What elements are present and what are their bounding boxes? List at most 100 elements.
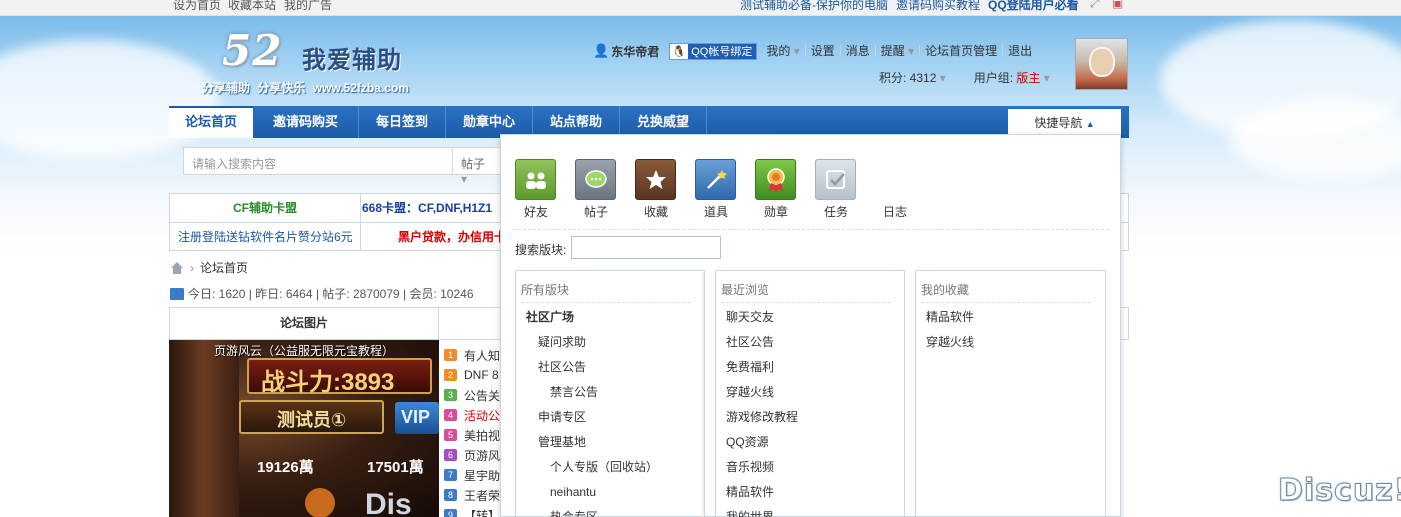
forum-list-item[interactable]: 精品软件 — [916, 305, 1105, 330]
menu-reminders[interactable]: 提醒 ▾ — [876, 45, 921, 57]
rss-icon[interactable]: ▣ — [1112, 0, 1123, 10]
scrollbar-thumb[interactable] — [704, 287, 705, 324]
thread-rank-badge: 7 — [444, 469, 457, 481]
thread-title[interactable]: 有人知 — [464, 347, 500, 364]
set-homepage-link[interactable]: 设为首页 — [173, 0, 221, 13]
nav-daily-signin[interactable]: 每日签到 — [359, 106, 446, 138]
thread-row[interactable]: 3 公告关 — [444, 385, 500, 405]
logo-title[interactable]: 我爱辅助 — [302, 40, 402, 75]
top-link-qq-login[interactable]: QQ登陆用户必看 — [988, 0, 1079, 13]
forum-stats: 今日: 1620 | 昨日: 6464 | 帖子: 2870079 | 会员: … — [170, 285, 474, 302]
forum-list-item[interactable]: 社区公告 — [516, 355, 704, 380]
top-link-invite[interactable]: 邀请码购买教程 — [896, 0, 980, 13]
ad-link-register[interactable]: 注册登陆送钻软件名片赞分站6元 — [178, 223, 360, 251]
quick-label-threads[interactable]: 帖子 — [566, 203, 626, 220]
forum-list-item[interactable]: 穿越火线 — [916, 330, 1105, 355]
thread-rank-badge: 6 — [444, 449, 457, 461]
logo-number[interactable]: 52 — [222, 26, 282, 75]
thread-row[interactable]: 5 美拍视 — [444, 425, 500, 445]
username-link[interactable]: 东华帝君 — [609, 43, 665, 60]
menu-settings[interactable]: 设置 — [806, 45, 841, 57]
forum-list-item[interactable]: 免费福利 — [716, 355, 904, 380]
slide-caption: 页游风云（公益服无限元宝教程） — [213, 344, 394, 358]
thread-title[interactable]: 王者荣 — [464, 487, 500, 504]
thread-row[interactable]: 2 DNF 8 — [444, 365, 500, 385]
thread-title[interactable]: 美拍视 — [464, 427, 500, 444]
thread-row[interactable]: 6 页游风 — [444, 445, 500, 465]
breadcrumb-forum-home[interactable]: 论坛首页 — [200, 259, 248, 276]
ad-link-loan[interactable]: 黑户贷款，办信用卡 — [398, 223, 500, 251]
quick-label-favorites[interactable]: 收藏 — [626, 203, 686, 220]
thread-title[interactable]: 【转】 — [464, 507, 500, 517]
user-stats: 积分: 4312 ▾ 用户组: 版主 ▾ — [879, 69, 1050, 86]
thread-row[interactable]: 1 有人知 — [444, 345, 500, 365]
forum-list-item[interactable]: 申请专区 — [516, 405, 704, 430]
forum-list-item[interactable]: 管理基地 — [516, 430, 704, 455]
menu-messages[interactable]: 消息 — [841, 45, 876, 57]
forum-list-item[interactable]: 穿越火线 — [716, 380, 904, 405]
thread-list: 1 有人知 2 DNF 8 3 公告关 4 活动公 5 美拍视 6 页游风 7 星宇助 8 王者荣 9 【转】 — [444, 345, 500, 517]
quick-label-medals[interactable]: 勋章 — [746, 203, 806, 220]
menu-logout[interactable]: 退出 — [1003, 45, 1037, 57]
score-dropdown[interactable]: 积分: 4312 ▾ — [879, 69, 946, 86]
thread-row[interactable]: 8 王者荣 — [444, 485, 500, 505]
forum-list-item[interactable]: 个人专版（回收站） — [516, 455, 704, 480]
forum-list-item[interactable]: 音乐视频 — [716, 455, 904, 480]
thread-icon[interactable] — [575, 159, 616, 200]
forum-list-item[interactable]: 禁言公告 — [516, 380, 704, 405]
thread-title[interactable]: DNF 8 — [464, 368, 499, 382]
ad-link-cf[interactable]: CF辅助卡盟 — [170, 194, 360, 222]
forum-list-item[interactable]: QQ资源 — [716, 430, 904, 455]
forum-search-label: 搜索版块: — [515, 243, 567, 257]
menu-forum-admin[interactable]: 论坛首页管理 — [920, 45, 1004, 57]
thread-row[interactable]: 4 活动公 — [444, 405, 500, 425]
forum-list-item[interactable]: 精品软件 — [716, 480, 904, 505]
forum-list-item[interactable]: 我的世界 — [716, 505, 904, 517]
forum-picture-slide[interactable]: 战斗力:3893 测试员① VIP 19126萬 17501萬 Dis 页游风云… — [169, 340, 439, 517]
magic-wand-icon[interactable] — [695, 159, 736, 200]
all-forums-panel: 所有版块 社区广场 疑问求助 社区公告 禁言公告 申请专区 管理基地 个人专版（回收站） ne… — [515, 270, 705, 517]
thread-rank-badge: 9 — [444, 509, 457, 517]
home-icon[interactable] — [170, 261, 184, 274]
thread-title[interactable]: 星宇助 — [464, 467, 500, 484]
forum-list-item[interactable]: 聊天交友 — [716, 305, 904, 330]
forum-list-item[interactable]: 社区公告 — [716, 330, 904, 355]
quick-label-friends[interactable]: 好友 — [506, 203, 566, 220]
search-input[interactable]: 请输入搜索内容 — [183, 147, 453, 175]
top-link-security[interactable]: 测试辅助必备-保护你的电脑 — [740, 0, 888, 13]
expand-icon[interactable]: ⤢ — [1090, 0, 1100, 11]
medal-icon[interactable] — [755, 159, 796, 200]
quick-label-blog[interactable]: 日志 — [865, 203, 925, 220]
forum-list-item[interactable]: 热会专区 — [516, 505, 704, 517]
logo-slogan: 分享辅助 分享快乐 www.52fzba.com — [202, 81, 409, 95]
thread-rank-badge: 3 — [444, 389, 457, 401]
thread-title[interactable]: 页游风 — [464, 447, 500, 464]
user-group[interactable]: 用户组: 版主 ▾ — [974, 69, 1050, 86]
thread-row[interactable]: 7 星宇助 — [444, 465, 500, 485]
favorite-icon[interactable] — [635, 159, 676, 200]
forum-list-item[interactable]: 疑问求助 — [516, 330, 704, 355]
forum-search-input[interactable] — [571, 236, 721, 259]
user-menu: 👤 东华帝君 🐧 QQ帐号绑定 我的 ▾ 设置 消息 提醒 ▾ 论坛首页管理 退… — [593, 42, 1037, 60]
bookmark-link[interactable]: 收藏本站 — [228, 0, 276, 13]
quick-label-tasks[interactable]: 任务 — [806, 203, 866, 220]
friends-icon[interactable] — [515, 159, 556, 200]
thread-title[interactable]: 活动公 — [464, 407, 500, 424]
recent-title: 最近浏览 — [721, 281, 891, 303]
qq-bind-button[interactable]: 🐧 QQ帐号绑定 — [669, 42, 758, 60]
forum-list-item[interactable]: neihantu — [516, 480, 704, 505]
my-ads-link[interactable]: 我的广告 — [284, 0, 332, 13]
nav-forum-home[interactable]: 论坛首页 — [169, 106, 253, 138]
avatar[interactable] — [1075, 38, 1128, 90]
ad-link-668[interactable]: 668卡盟：CF,DNF,H1Z1 — [362, 194, 500, 222]
forum-list-item[interactable]: 游戏修改教程 — [716, 405, 904, 430]
menu-my[interactable]: 我的 ▾ — [761, 45, 806, 57]
nav-invite-code[interactable]: 邀请码购买 — [253, 106, 359, 138]
thread-title[interactable]: 公告关 — [464, 387, 500, 404]
search-type-select[interactable]: 帖子 ▾ — [453, 147, 503, 186]
quick-label-props[interactable]: 道具 — [686, 203, 746, 220]
task-icon[interactable] — [815, 159, 856, 200]
forum-list-item[interactable]: 社区广场 — [516, 305, 704, 330]
thread-row[interactable]: 9 【转】 — [444, 505, 500, 517]
discuz-watermark: Discuz! — [1277, 473, 1401, 509]
